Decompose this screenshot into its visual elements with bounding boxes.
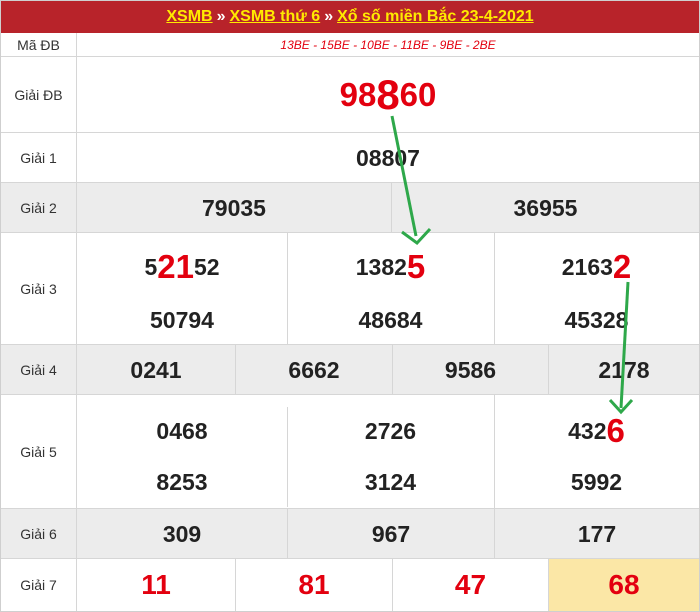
row-prize-1: Giải 1 08807 xyxy=(1,133,699,183)
prize-number: 50794 xyxy=(150,306,214,333)
prize-number: 0241 xyxy=(130,356,182,383)
prize-number: 9586 xyxy=(392,345,548,395)
row-prize-4: Giải 4 0241 6662 9586 2178 xyxy=(1,345,699,395)
breadcrumb-link-xsmb-friday[interactable]: XSMB thứ 6 xyxy=(229,8,320,26)
prize-number: 432 6 xyxy=(494,405,699,457)
breadcrumb: XSMB» XSMB thứ 6» Xổ số miền Bắc 23-4-2021 xyxy=(1,1,699,33)
special-prize-part: 60 xyxy=(399,76,437,113)
prize-number: 6662 xyxy=(235,345,392,395)
row-label: Giải 2 xyxy=(1,183,77,232)
special-prize-highlight-digit: 8 xyxy=(376,71,400,118)
prize-number: 45328 xyxy=(564,306,629,333)
special-prize-part: 98 xyxy=(339,76,377,113)
row-prize-5: Giải 5 0468 2726 432 6 8253 3124 5992 xyxy=(1,395,699,509)
prize-number: 5 21 52 xyxy=(77,237,287,297)
prize-number-part: 5 xyxy=(144,253,158,280)
prize-number: 309 xyxy=(162,520,202,547)
prize-number: 8253 xyxy=(156,468,208,495)
breadcrumb-separator: » xyxy=(216,8,226,25)
row-label: Giải 4 xyxy=(1,345,77,394)
prize-number-highlight: 6 xyxy=(606,412,625,449)
prize-number: 2726 xyxy=(364,417,417,444)
special-codes: 13BE - 15BE - 10BE - 11BE - 9BE - 2BE xyxy=(280,38,496,52)
prize-number-highlight: 5 xyxy=(406,248,426,285)
row-prize-2: Giải 2 79035 36955 xyxy=(1,183,699,233)
prize-number: 47 xyxy=(392,559,548,611)
breadcrumb-link-result-date[interactable]: Xổ số miền Bắc 23-4-2021 xyxy=(337,8,534,26)
prize-number: 08807 xyxy=(356,144,420,171)
row-label: Giải 7 xyxy=(1,559,77,611)
prize-number: 81 xyxy=(235,559,392,611)
prize-number: 5992 xyxy=(570,468,623,495)
row-prize-6: Giải 6 309 967 177 xyxy=(1,509,699,559)
prize-number-part: 1382 xyxy=(355,253,407,280)
prize-number: 36955 xyxy=(391,183,699,233)
row-label: Giải ĐB xyxy=(1,57,77,132)
prize-number-highlighted: 68 xyxy=(548,559,699,611)
prize-number-part: 52 xyxy=(193,253,220,280)
prize-number: 11 xyxy=(141,569,171,600)
row-special-prize: Giải ĐB 98 8 60 xyxy=(1,57,699,133)
prize-number: 2178 xyxy=(548,345,699,395)
prize-number: 79035 xyxy=(202,194,266,221)
row-label: Giải 3 xyxy=(1,233,77,344)
prize-number-part: 2163 xyxy=(561,253,613,280)
prize-number: 967 xyxy=(287,509,494,559)
special-prize-number: 98 8 60 xyxy=(77,57,699,133)
breadcrumb-separator: » xyxy=(324,8,334,25)
prize-number: 0468 xyxy=(156,417,208,444)
row-label: Giải 1 xyxy=(1,133,77,182)
prize-number: 1382 5 xyxy=(287,237,494,297)
row-label: Giải 5 xyxy=(1,395,77,508)
breadcrumb-link-xsmb[interactable]: XSMB xyxy=(166,8,212,26)
row-prize-3: Giải 3 5 21 52 1382 5 2163 2 50794 48684 453… xyxy=(1,233,699,345)
prize-number-highlight: 21 xyxy=(157,248,194,285)
prize-number-highlight: 2 xyxy=(612,248,632,285)
prize-number: 3124 xyxy=(364,468,417,495)
row-label: Mã ĐB xyxy=(1,33,77,56)
row-prize-7: Giải 7 11 81 47 68 xyxy=(1,559,699,611)
prize-number: 48684 xyxy=(358,306,423,333)
prize-number-part: 432 xyxy=(568,417,607,444)
prize-number: 2163 2 xyxy=(494,237,699,297)
prize-number: 177 xyxy=(494,509,699,559)
row-label: Giải 6 xyxy=(1,509,77,558)
row-special-code: Mã ĐB 13BE - 15BE - 10BE - 11BE - 9BE - … xyxy=(1,33,699,57)
